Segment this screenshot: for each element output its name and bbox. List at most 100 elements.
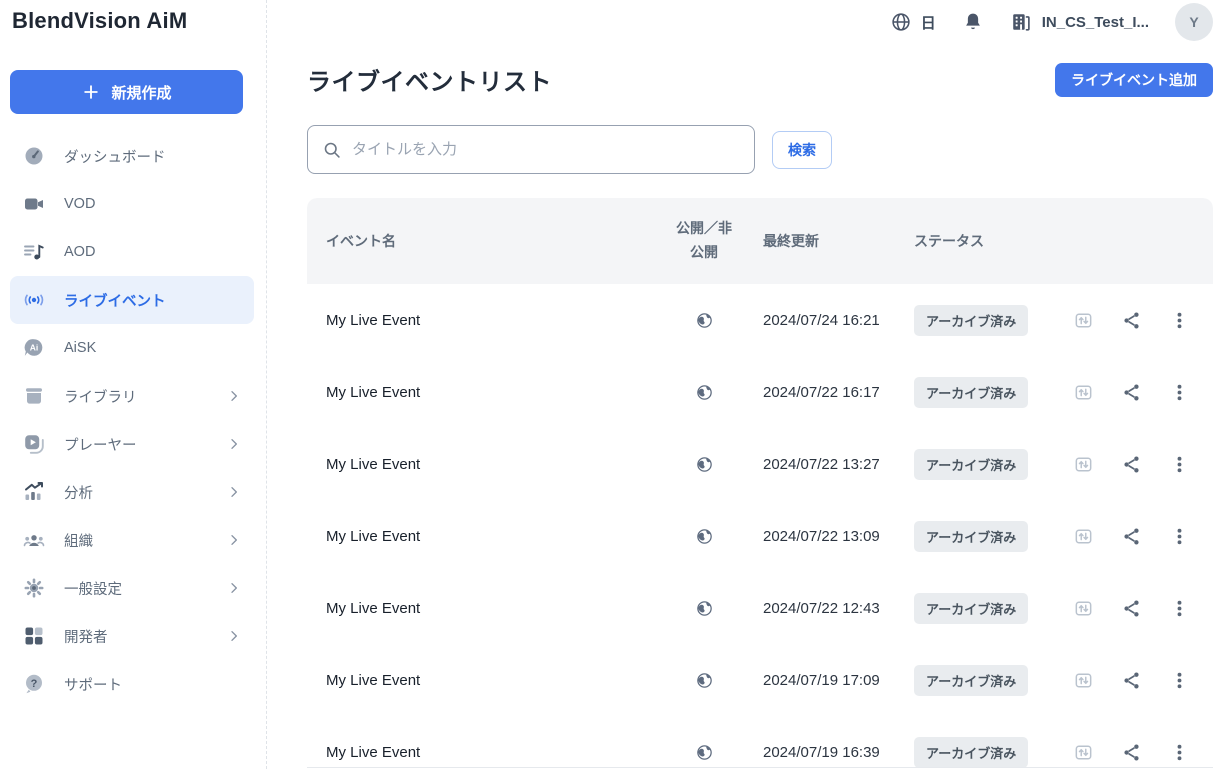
library-icon [22, 384, 46, 408]
more-options-button[interactable] [1155, 296, 1203, 344]
sidebar-item-label: ライブイベント [64, 290, 166, 311]
table-row[interactable]: My Live Event 2024/07/22 12:43 アーカイブ済み [307, 572, 1213, 644]
sidebar-nav: ダッシュボード VOD AOD ライブイベント AiSK ライブラリ プレーヤー… [10, 132, 254, 708]
event-name: My Live Event [307, 528, 667, 545]
sidebar-item-dashboard[interactable]: ダッシュボード [10, 132, 254, 180]
sidebar-item-vod[interactable]: VOD [10, 180, 254, 228]
share-button[interactable] [1107, 512, 1155, 560]
event-name: My Live Event [307, 672, 667, 689]
more-options-button[interactable] [1155, 728, 1203, 768]
traffic-button[interactable] [1059, 440, 1107, 488]
vod-icon [22, 192, 46, 216]
traffic-icon [1073, 310, 1094, 331]
sidebar-item-live-event[interactable]: ライブイベント [10, 276, 254, 324]
more-options-button[interactable] [1155, 368, 1203, 416]
share-button[interactable] [1107, 296, 1155, 344]
support-icon [22, 672, 46, 696]
traffic-button[interactable] [1059, 512, 1107, 560]
main-content: 日 IN_CS_Test_I... Y ライブイベントリスト ライブイベント追加… [267, 0, 1221, 769]
search-button[interactable]: 検索 [772, 131, 832, 169]
table-row[interactable]: My Live Event 2024/07/22 13:09 アーカイブ済み [307, 500, 1213, 572]
sidebar-item-aisk[interactable]: AiSK [10, 324, 254, 372]
sidebar-item-library[interactable]: ライブラリ [10, 372, 254, 420]
sidebar-item-settings[interactable]: 一般設定 [10, 564, 254, 612]
public-globe-icon [695, 599, 714, 618]
traffic-button[interactable] [1059, 728, 1107, 768]
share-button[interactable] [1107, 584, 1155, 632]
sidebar-item-analytics[interactable]: 分析 [10, 468, 254, 516]
visibility-cell [667, 743, 741, 762]
table-row[interactable]: My Live Event 2024/07/19 17:09 アーカイブ済み [307, 644, 1213, 716]
share-icon [1121, 454, 1142, 475]
row-actions [1057, 728, 1213, 768]
dashboard-icon [22, 144, 46, 168]
table-row[interactable]: My Live Event 2024/07/19 16:39 アーカイブ済み [307, 716, 1213, 768]
traffic-button[interactable] [1059, 656, 1107, 704]
share-button[interactable] [1107, 368, 1155, 416]
share-icon [1121, 598, 1142, 619]
live-icon [22, 288, 46, 312]
share-button[interactable] [1107, 656, 1155, 704]
status-cell: アーカイブ済み [907, 305, 1057, 336]
sidebar-item-label: ライブラリ [64, 386, 137, 407]
more-options-button[interactable] [1155, 584, 1203, 632]
traffic-button[interactable] [1059, 296, 1107, 344]
public-globe-icon [695, 311, 714, 330]
table-row[interactable]: My Live Event 2024/07/22 16:17 アーカイブ済み [307, 356, 1213, 428]
language-selector[interactable]: 日 [890, 11, 936, 33]
traffic-icon [1073, 454, 1094, 475]
more-options-button[interactable] [1155, 512, 1203, 560]
sidebar-item-aod[interactable]: AOD [10, 228, 254, 276]
traffic-icon [1073, 742, 1094, 763]
column-last-updated: 最終更新 [741, 231, 907, 251]
share-icon [1121, 670, 1142, 691]
sidebar-item-label: 開発者 [64, 626, 108, 647]
row-actions [1057, 584, 1213, 632]
kebab-menu-icon [1169, 598, 1190, 619]
status-badge: アーカイブ済み [914, 593, 1028, 624]
org-switcher[interactable]: IN_CS_Test_I... [1010, 11, 1149, 33]
visibility-cell [667, 671, 741, 690]
add-live-event-button[interactable]: ライブイベント追加 [1055, 63, 1213, 97]
more-options-button[interactable] [1155, 440, 1203, 488]
share-icon [1121, 526, 1142, 547]
search-box [307, 125, 755, 174]
page-header: ライブイベントリスト ライブイベント追加 [307, 62, 1213, 97]
share-button[interactable] [1107, 728, 1155, 768]
traffic-icon [1073, 382, 1094, 403]
column-event-name: イベント名 [307, 231, 667, 251]
share-icon [1121, 310, 1142, 331]
aod-icon [22, 240, 46, 264]
kebab-menu-icon [1169, 382, 1190, 403]
kebab-menu-icon [1169, 742, 1190, 763]
table-row[interactable]: My Live Event 2024/07/22 13:27 アーカイブ済み [307, 428, 1213, 500]
sidebar: BlendVision AiM 新規作成 ダッシュボード VOD AOD ライブ… [0, 0, 267, 769]
sidebar-item-label: ダッシュボード [64, 146, 166, 167]
sidebar-item-developer[interactable]: 開発者 [10, 612, 254, 660]
new-create-button[interactable]: 新規作成 [10, 70, 243, 114]
visibility-cell [667, 383, 741, 402]
event-name: My Live Event [307, 384, 667, 401]
share-button[interactable] [1107, 440, 1155, 488]
sidebar-item-label: AOD [64, 244, 95, 260]
chevron-right-icon [226, 436, 242, 452]
org-name: IN_CS_Test_I... [1042, 14, 1149, 31]
traffic-button[interactable] [1059, 584, 1107, 632]
sidebar-item-player[interactable]: プレーヤー [10, 420, 254, 468]
sidebar-item-label: 一般設定 [64, 578, 122, 599]
sidebar-item-organization[interactable]: 組織 [10, 516, 254, 564]
search-row: 検索 [307, 125, 1213, 174]
traffic-button[interactable] [1059, 368, 1107, 416]
notification-bell-icon[interactable] [962, 11, 984, 33]
last-updated: 2024/07/22 12:43 [741, 600, 907, 617]
last-updated: 2024/07/22 13:27 [741, 456, 907, 473]
public-globe-icon [695, 743, 714, 762]
new-create-label: 新規作成 [111, 82, 171, 103]
search-input[interactable] [352, 141, 740, 158]
user-avatar[interactable]: Y [1175, 3, 1213, 41]
table-row[interactable]: My Live Event 2024/07/24 16:21 アーカイブ済み [307, 284, 1213, 356]
more-options-button[interactable] [1155, 656, 1203, 704]
search-icon [322, 140, 342, 160]
status-cell: アーカイブ済み [907, 377, 1057, 408]
sidebar-item-support[interactable]: サポート [10, 660, 254, 708]
